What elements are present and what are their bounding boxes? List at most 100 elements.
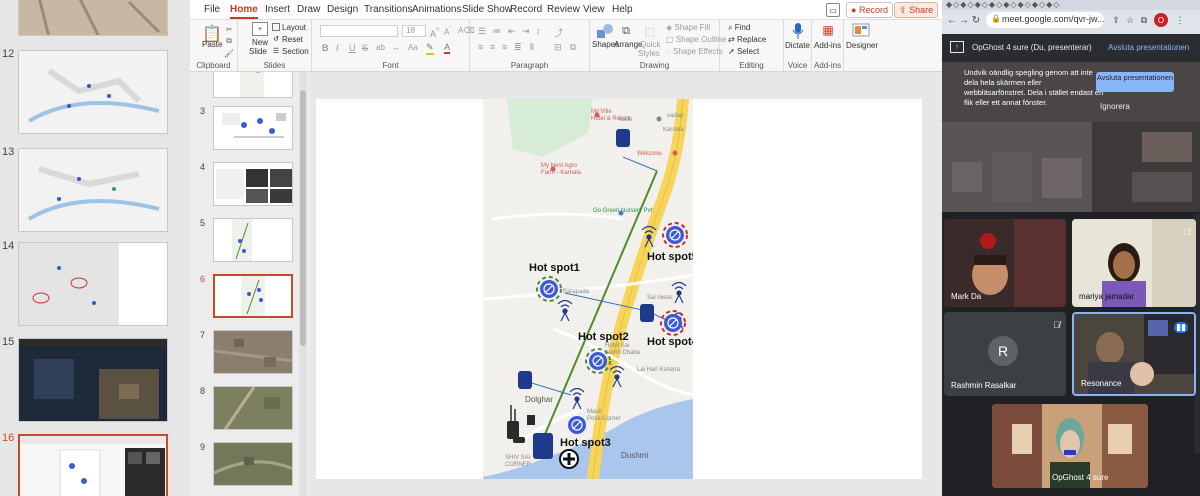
shape-outline-button[interactable]: ▢ Shape Outline xyxy=(666,35,727,44)
format-painter-icon[interactable]: 🖌 xyxy=(224,48,234,58)
shrink-font-icon[interactable]: Aˇ xyxy=(444,26,452,37)
participant-tile[interactable]: Mark Da xyxy=(944,219,1066,307)
shadow-icon[interactable]: ab xyxy=(376,43,385,52)
participant-tile-self[interactable]: OpGhost 4 sure xyxy=(992,404,1148,488)
tab-help[interactable]: Help xyxy=(612,4,633,15)
reload-icon[interactable]: ↻ xyxy=(970,13,982,27)
tab-file[interactable]: File xyxy=(204,4,220,15)
tab-transitions[interactable]: Transitions xyxy=(364,4,413,15)
slide-thumb[interactable] xyxy=(213,162,293,206)
tab-view[interactable]: View xyxy=(583,4,605,15)
section-button[interactable]: Section xyxy=(282,47,309,56)
route-map[interactable]: Mo'Ville Hotel & Resort Kalle vadap Karn… xyxy=(483,99,693,479)
outer-slide-thumb[interactable] xyxy=(18,0,168,36)
quick-styles-label-2[interactable]: Styles xyxy=(638,49,660,58)
tab-review[interactable]: Review xyxy=(547,4,580,15)
ignore-button[interactable]: Ignorera xyxy=(1100,102,1130,111)
decrease-indent-icon[interactable]: ⇤ xyxy=(508,26,516,37)
slide-thumb[interactable] xyxy=(213,386,293,430)
bullets-icon[interactable]: ☰ xyxy=(478,26,486,37)
quick-styles-icon[interactable]: ⬚ xyxy=(642,23,658,39)
tab-home[interactable]: Home xyxy=(230,4,258,19)
increase-indent-icon[interactable]: ⇥ xyxy=(522,26,530,37)
slide-thumb[interactable] xyxy=(213,442,293,486)
stop-presenting-link[interactable]: Avsluta presentationen xyxy=(1108,43,1189,52)
copy-icon[interactable]: ⧉ xyxy=(224,36,234,46)
comments-icon[interactable]: ▭ xyxy=(826,3,840,17)
dictate-button[interactable]: Dictate xyxy=(785,41,810,50)
tab-design[interactable]: Design xyxy=(327,4,358,15)
extensions-icon[interactable]: ⧉ xyxy=(1138,13,1150,27)
slide-thumb[interactable] xyxy=(213,330,293,374)
address-bar[interactable]: 🔒 meet.google.com/qvr-jw... xyxy=(986,12,1104,28)
reset-button[interactable]: Reset xyxy=(282,35,303,44)
new-slide-icon[interactable]: + xyxy=(252,22,268,36)
share-button[interactable]: ⇪ Share xyxy=(894,2,939,18)
select-button[interactable]: ➚ Select xyxy=(728,47,759,56)
align-text-icon[interactable]: ⊟ xyxy=(554,42,562,53)
slide-thumb[interactable] xyxy=(213,218,293,262)
profile-avatar[interactable]: O xyxy=(1154,13,1168,27)
columns-icon[interactable]: ⫴ xyxy=(530,42,534,53)
more-menu-icon[interactable]: ⋮ xyxy=(1174,13,1186,27)
align-right-icon[interactable]: ≡ xyxy=(502,42,507,52)
outer-slide-thumb-selected[interactable] xyxy=(18,434,168,496)
designer-button[interactable]: Designer xyxy=(846,41,878,50)
shape-fill-button[interactable]: ◈ Shape Fill xyxy=(666,23,710,32)
shapes-icon[interactable] xyxy=(596,23,614,39)
thumbnail-scrollbar[interactable] xyxy=(299,72,307,496)
arrange-icon[interactable]: ⧉ xyxy=(618,23,634,39)
justify-icon[interactable]: ≣ xyxy=(514,42,522,53)
shape-effects-button[interactable]: ◌ Shape Effects xyxy=(666,47,723,56)
slide-thumb-selected[interactable] xyxy=(213,274,293,318)
bold-button[interactable]: B xyxy=(322,43,329,53)
designer-icon[interactable] xyxy=(852,22,870,38)
outer-slide-thumb[interactable] xyxy=(18,242,168,326)
participant-tile[interactable]: 🎙̸ mariya jamadar xyxy=(1072,219,1196,307)
record-button[interactable]: ● Record xyxy=(846,2,893,18)
tab-animations[interactable]: Animations xyxy=(412,4,461,15)
scrollbar-thumb[interactable] xyxy=(300,90,306,346)
font-color-icon[interactable]: A xyxy=(444,42,451,54)
font-name-field[interactable] xyxy=(320,25,398,37)
outer-slide-thumb[interactable] xyxy=(18,148,168,232)
tab-draw[interactable]: Draw xyxy=(297,4,320,15)
stop-presenting-button[interactable]: Avsluta presentationen xyxy=(1096,72,1174,92)
strikethrough-button[interactable]: S xyxy=(362,43,368,53)
outer-slide-thumb[interactable] xyxy=(18,50,168,134)
addins-icon[interactable]: ▦ xyxy=(820,22,836,38)
forward-icon[interactable]: → xyxy=(958,13,970,27)
smartart-icon[interactable]: ⧉ xyxy=(570,42,576,53)
outer-slide-thumb[interactable] xyxy=(18,338,168,422)
change-case-icon[interactable]: Aa xyxy=(408,43,418,52)
current-slide[interactable]: Mo'Ville Hotel & Resort Kalle vadap Karn… xyxy=(316,99,922,479)
new-slide-label-1[interactable]: New xyxy=(252,38,268,47)
layout-button[interactable]: Layout xyxy=(282,23,306,32)
arrange-button[interactable]: Arrange xyxy=(614,40,642,49)
grow-font-icon[interactable]: A^ xyxy=(430,26,440,39)
align-left-icon[interactable]: ≡ xyxy=(478,42,483,52)
replace-button[interactable]: ⇄ Replace xyxy=(728,35,766,44)
slide-thumb[interactable] xyxy=(213,72,293,98)
char-spacing-icon[interactable]: ↔ xyxy=(392,43,400,52)
italic-button[interactable]: I xyxy=(336,43,339,53)
back-icon[interactable]: ← xyxy=(946,13,958,27)
tab-record[interactable]: Record xyxy=(510,4,542,15)
paste-label[interactable]: Paste xyxy=(202,40,222,49)
microphone-icon[interactable] xyxy=(790,22,806,40)
tab-insert[interactable]: Insert xyxy=(265,4,290,15)
text-direction-icon[interactable]: ⤴ xyxy=(554,26,563,39)
participant-tile-speaking[interactable]: ▮▮ Resonance xyxy=(1072,312,1196,396)
new-slide-label-2[interactable]: Slide xyxy=(249,47,267,56)
find-button[interactable]: ⌕ Find xyxy=(728,23,750,33)
participant-tile[interactable]: R 🎙̸ Rashmin Rasalkar xyxy=(944,312,1066,396)
highlight-icon[interactable]: ✎ xyxy=(426,42,434,55)
cut-icon[interactable]: ✂ xyxy=(224,24,234,34)
align-center-icon[interactable]: ≡ xyxy=(490,42,495,52)
tab-slide-show[interactable]: Slide Show xyxy=(462,4,512,15)
numbering-icon[interactable]: ≔ xyxy=(492,26,501,37)
bookmark-star-icon[interactable]: ☆ xyxy=(1124,13,1136,27)
font-size-field[interactable]: 18 xyxy=(402,25,426,37)
share-page-icon[interactable]: ⇪ xyxy=(1110,13,1122,27)
underline-button[interactable]: U xyxy=(349,43,356,53)
